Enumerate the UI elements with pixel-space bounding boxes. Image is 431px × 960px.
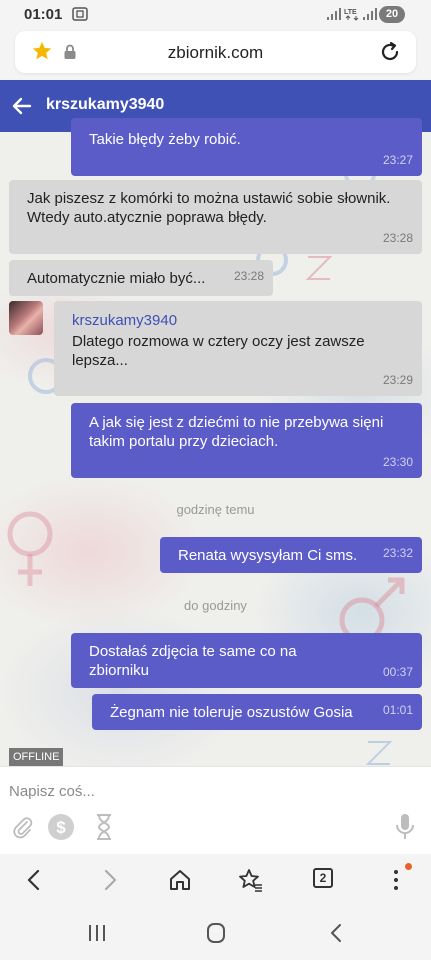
signal-icon bbox=[327, 8, 341, 20]
message-text: Renata wysysyłam Ci sms. bbox=[178, 547, 358, 564]
screenshot-icon bbox=[72, 7, 88, 21]
message-time: 23:29 bbox=[382, 373, 413, 387]
message-bubble-outgoing[interactable]: Takie błędy żeby robić. 23:27 bbox=[71, 118, 422, 176]
svg-text:LTE: LTE bbox=[344, 9, 357, 16]
message-bubble-outgoing[interactable]: Renata wysysyłam Ci sms. 23:32 bbox=[160, 537, 422, 573]
message-text: Dlatego rozmowa w cztery oczy jest zawsz… bbox=[72, 333, 365, 369]
back-arrow-icon[interactable] bbox=[10, 94, 34, 118]
date-divider: do godziny bbox=[184, 598, 247, 613]
home-button-icon[interactable] bbox=[205, 923, 227, 943]
message-text: Jak piszesz z komórki to można ustawić s… bbox=[27, 190, 391, 226]
message-bubble-outgoing[interactable]: Dostałaś zdjęcia te same co na zbiorniku… bbox=[71, 633, 422, 688]
message-time: 00:37 bbox=[382, 665, 413, 679]
back-arrow-icon[interactable] bbox=[22, 867, 48, 893]
message-text: Automatycznie miało być... bbox=[27, 270, 206, 287]
tabs-icon[interactable]: 2 bbox=[313, 868, 333, 888]
paperclip-icon[interactable] bbox=[11, 815, 35, 839]
forward-arrow-icon[interactable] bbox=[96, 867, 122, 893]
reload-icon[interactable] bbox=[378, 40, 402, 64]
system-back-icon[interactable] bbox=[326, 923, 348, 943]
z-letter-decoration bbox=[365, 741, 393, 765]
message-bubble-incoming[interactable]: krszukamy3940 Dlatego rozmowa w cztery o… bbox=[54, 301, 422, 396]
recent-apps-icon[interactable] bbox=[86, 923, 108, 943]
message-time: 23:30 bbox=[382, 455, 413, 469]
url-bar[interactable]: zbiornik.com bbox=[15, 31, 416, 73]
message-time: 23:32 bbox=[382, 546, 413, 560]
message-text: Takie błędy żeby robić. bbox=[89, 131, 241, 148]
microphone-icon[interactable] bbox=[394, 813, 416, 841]
lte-icon: LTE bbox=[344, 9, 359, 21]
message-text: Żegnam nie toleruje oszustów Gosia bbox=[110, 704, 353, 721]
svg-text:$: $ bbox=[56, 818, 66, 837]
message-time: 23:28 bbox=[233, 269, 264, 283]
message-time: 23:27 bbox=[382, 153, 413, 167]
home-icon[interactable] bbox=[167, 867, 193, 893]
message-sender[interactable]: krszukamy3940 bbox=[72, 311, 404, 330]
status-bar: 01:01 LTE 20 bbox=[0, 0, 431, 30]
battery-indicator: 20 bbox=[379, 6, 405, 23]
hourglass-icon[interactable] bbox=[94, 813, 114, 841]
status-time: 01:01 bbox=[24, 6, 63, 23]
more-icon[interactable] bbox=[383, 867, 409, 893]
message-bubble-outgoing[interactable]: A jak się jest z dziećmi to nie przebywa… bbox=[71, 403, 422, 478]
message-text: Dostałaś zdjęcia te same co na zbiorniku bbox=[89, 643, 297, 679]
browser-toolbar: 2 bbox=[0, 854, 431, 906]
message-bubble-incoming[interactable]: Jak piszesz z komórki to można ustawić s… bbox=[9, 180, 422, 254]
message-bubble-incoming[interactable]: Automatycznie miało być... 23:28 bbox=[9, 260, 273, 296]
composer: $ bbox=[0, 766, 431, 854]
message-text: A jak się jest z dziećmi to nie przebywa… bbox=[89, 414, 384, 450]
bookmarks-icon[interactable] bbox=[238, 867, 264, 893]
message-time: 23:28 bbox=[382, 231, 413, 245]
system-navigation-bar bbox=[0, 906, 431, 960]
presence-badge: OFFLINE bbox=[9, 748, 64, 766]
url-text[interactable]: zbiornik.com bbox=[15, 43, 416, 63]
message-input[interactable] bbox=[0, 779, 380, 803]
dollar-icon[interactable]: $ bbox=[47, 813, 75, 841]
message-bubble-outgoing[interactable]: Żegnam nie toleruje oszustów Gosia 01:01 bbox=[92, 694, 422, 730]
notification-dot bbox=[405, 863, 412, 870]
avatar[interactable] bbox=[9, 301, 43, 335]
chat-title[interactable]: krszukamy3940 bbox=[46, 96, 164, 114]
message-time: 01:01 bbox=[382, 703, 413, 717]
date-divider: godzinę temu bbox=[176, 502, 255, 517]
signal-icon-2 bbox=[363, 8, 377, 20]
